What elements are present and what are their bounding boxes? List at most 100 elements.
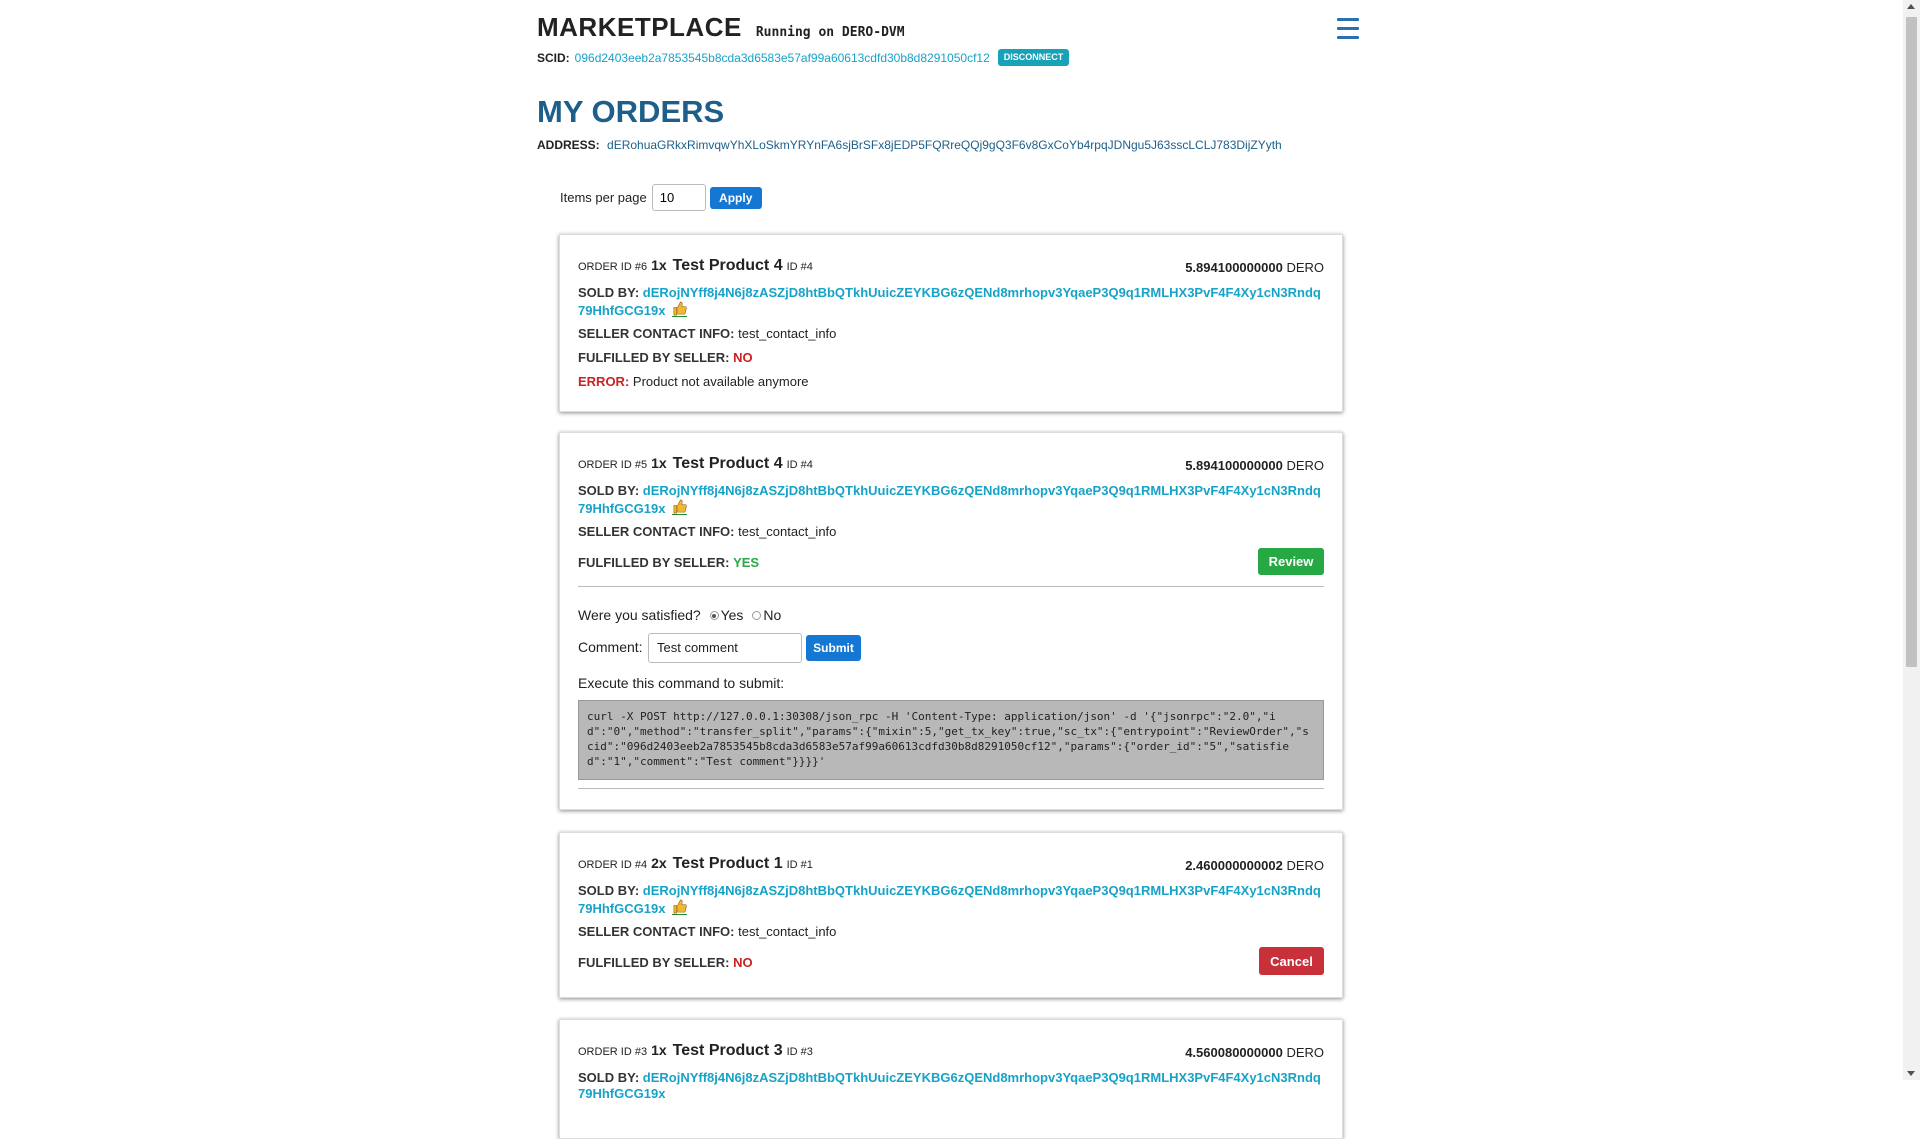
satisfied-yes-label[interactable]: Yes [721,607,744,623]
command-box[interactable]: curl -X POST http://127.0.0.1:30308/json… [578,700,1324,780]
thumbs-up-icon[interactable] [672,301,688,317]
fulfilled-row: FULFILLED BY SELLER: NO [578,350,1324,366]
sold-by-row: SOLD BY: dERojNYff8j4N6j8zASZjD8htBbQTkh… [578,483,1324,517]
fulfilled-label: FULFILLED BY SELLER: [578,555,730,570]
product-id: ID #4 [786,261,813,273]
error-row: ERROR: Product not available anymore [578,374,1324,390]
order-id: ORDER ID #3 [578,1046,648,1058]
order-price: 5.894100000000 DERO [1185,260,1324,275]
page-title: MY ORDERS [537,94,725,129]
error-label: ERROR: [578,374,630,389]
seller-address[interactable]: dERojNYff8j4N6j8zASZjD8htBbQTkhUuicZEYKB… [578,483,1321,516]
fulfilled-status: YES [733,555,760,570]
fulfilled-status: NO [733,955,753,970]
order-card: ORDER ID #3 1x Test Product 3 ID #3 4.56… [559,1019,1343,1139]
price-currency: DERO [1286,1045,1324,1060]
address-value[interactable]: dERohuaGRkxRimvqwYhXLoSkmYRYnFA6sjBrSFx8… [607,138,1282,152]
contact-row: SELLER CONTACT INFO: test_contact_info [578,524,1324,540]
contact-value: test_contact_info [738,524,837,539]
seller-address[interactable]: dERojNYff8j4N6j8zASZjD8htBbQTkhUuicZEYKB… [578,1070,1321,1101]
submit-button[interactable]: Submit [806,635,861,661]
satisfied-no-radio[interactable] [752,611,762,620]
product-id: ID #4 [786,459,813,471]
contact-value: test_contact_info [738,924,837,939]
order-qty: 1x [651,257,667,273]
product-name[interactable]: Test Product 4 [673,455,783,473]
order-card: ORDER ID #4 2x Test Product 1 ID #1 2.46… [559,832,1343,998]
price-amount: 4.560080000000 [1185,1045,1283,1060]
execute-label: Execute this command to submit: [578,675,785,691]
satisfied-yes-radio[interactable] [709,611,719,620]
items-per-page-input[interactable] [651,184,706,211]
order-price: 5.894100000000 DERO [1185,458,1324,473]
address-row: ADDRESS: dERohuaGRkxRimvqwYhXLoSkmYRYnFA… [537,138,1282,152]
contact-row: SELLER CONTACT INFO: test_contact_info [578,326,1324,342]
comment-row: Comment: Test comment Submit [578,633,1324,663]
sold-by-label: SOLD BY: [578,1070,640,1085]
scid-row: SCID: 096d2403eeb2a7853545b8cda3d6583e57… [537,49,1070,66]
header-brand-row: MARKETPLACE Running on DERO-DVM [537,12,905,43]
satisfied-row: Were you satisfied? Yes No [578,607,1324,623]
fulfilled-label: FULFILLED BY SELLER: [578,955,730,970]
cancel-order-button[interactable]: Cancel [1259,947,1324,975]
thumbs-up-icon[interactable] [672,499,688,515]
review-button[interactable]: Review [1258,548,1324,575]
order-header: ORDER ID #5 1x Test Product 4 ID #4 [578,455,813,473]
order-card: ORDER ID #5 1x Test Product 4 ID #4 5.89… [559,432,1343,810]
error-message: Product not available anymore [632,374,809,389]
order-qty: 1x [651,1042,667,1058]
contact-value: test_contact_info [738,326,837,341]
menu-icon[interactable] [1337,18,1359,45]
scid-value[interactable]: 096d2403eeb2a7853545b8cda3d6583e57af99a6… [575,51,990,65]
contact-label: SELLER CONTACT INFO: [578,524,735,539]
fulfilled-status: NO [733,350,753,365]
price-amount: 2.460000000002 [1185,858,1283,873]
price-currency: DERO [1286,458,1324,473]
price-amount: 5.894100000000 [1185,458,1283,473]
satisfied-no-label[interactable]: No [763,607,781,623]
comment-label: Comment: [578,639,643,655]
contact-label: SELLER CONTACT INFO: [578,326,735,341]
pagination-controls: Items per page Apply [560,184,762,211]
product-name[interactable]: Test Product 4 [673,257,783,275]
product-id: ID #3 [786,1046,813,1058]
contact-label: SELLER CONTACT INFO: [578,924,735,939]
order-header: ORDER ID #4 2x Test Product 1 ID #1 [578,855,813,873]
sold-by-label: SOLD BY: [578,883,640,898]
product-id: ID #1 [786,859,813,871]
order-card: ORDER ID #6 1x Test Product 4 ID #4 5.89… [559,234,1343,412]
order-qty: 2x [651,855,667,871]
satisfied-question: Were you satisfied? [578,607,701,623]
scrollbar-thumb[interactable] [1906,17,1917,667]
comment-input[interactable]: Test comment [648,633,802,663]
scid-label: SCID: [537,50,570,65]
address-label: ADDRESS: [537,138,600,152]
product-name[interactable]: Test Product 3 [673,1042,783,1060]
items-per-page-label: Items per page [560,190,647,205]
thumbs-up-icon[interactable] [672,899,688,915]
order-qty: 1x [651,455,667,471]
sold-by-row: SOLD BY: dERojNYff8j4N6j8zASZjD8htBbQTkh… [578,285,1324,319]
disconnect-button[interactable]: DISCONNECT [997,49,1070,66]
scroll-down-icon[interactable] [1907,1071,1915,1076]
order-header: ORDER ID #3 1x Test Product 3 ID #3 [578,1042,813,1060]
fulfilled-label: FULFILLED BY SELLER: [578,350,730,365]
product-name[interactable]: Test Product 1 [673,855,783,873]
sold-by-row: SOLD BY: dERojNYff8j4N6j8zASZjD8htBbQTkh… [578,883,1324,917]
contact-row: SELLER CONTACT INFO: test_contact_info [578,924,1324,940]
seller-address[interactable]: dERojNYff8j4N6j8zASZjD8htBbQTkhUuicZEYKB… [578,883,1321,916]
price-currency: DERO [1286,260,1324,275]
vertical-scrollbar[interactable] [1903,0,1920,1080]
price-amount: 5.894100000000 [1185,260,1283,275]
seller-address[interactable]: dERojNYff8j4N6j8zASZjD8htBbQTkhUuicZEYKB… [578,285,1321,318]
app-brand[interactable]: MARKETPLACE [537,12,742,43]
order-price: 4.560080000000 DERO [1185,1045,1324,1060]
fulfilled-row: FULFILLED BY SELLER: YES [578,555,1324,571]
apply-button[interactable]: Apply [709,186,762,209]
sold-by-label: SOLD BY: [578,483,640,498]
order-id: ORDER ID #5 [578,459,648,471]
divider [578,788,1324,789]
scroll-up-icon[interactable] [1907,4,1915,9]
order-price: 2.460000000002 DERO [1185,858,1324,873]
fulfilled-row: FULFILLED BY SELLER: NO [578,955,1324,971]
